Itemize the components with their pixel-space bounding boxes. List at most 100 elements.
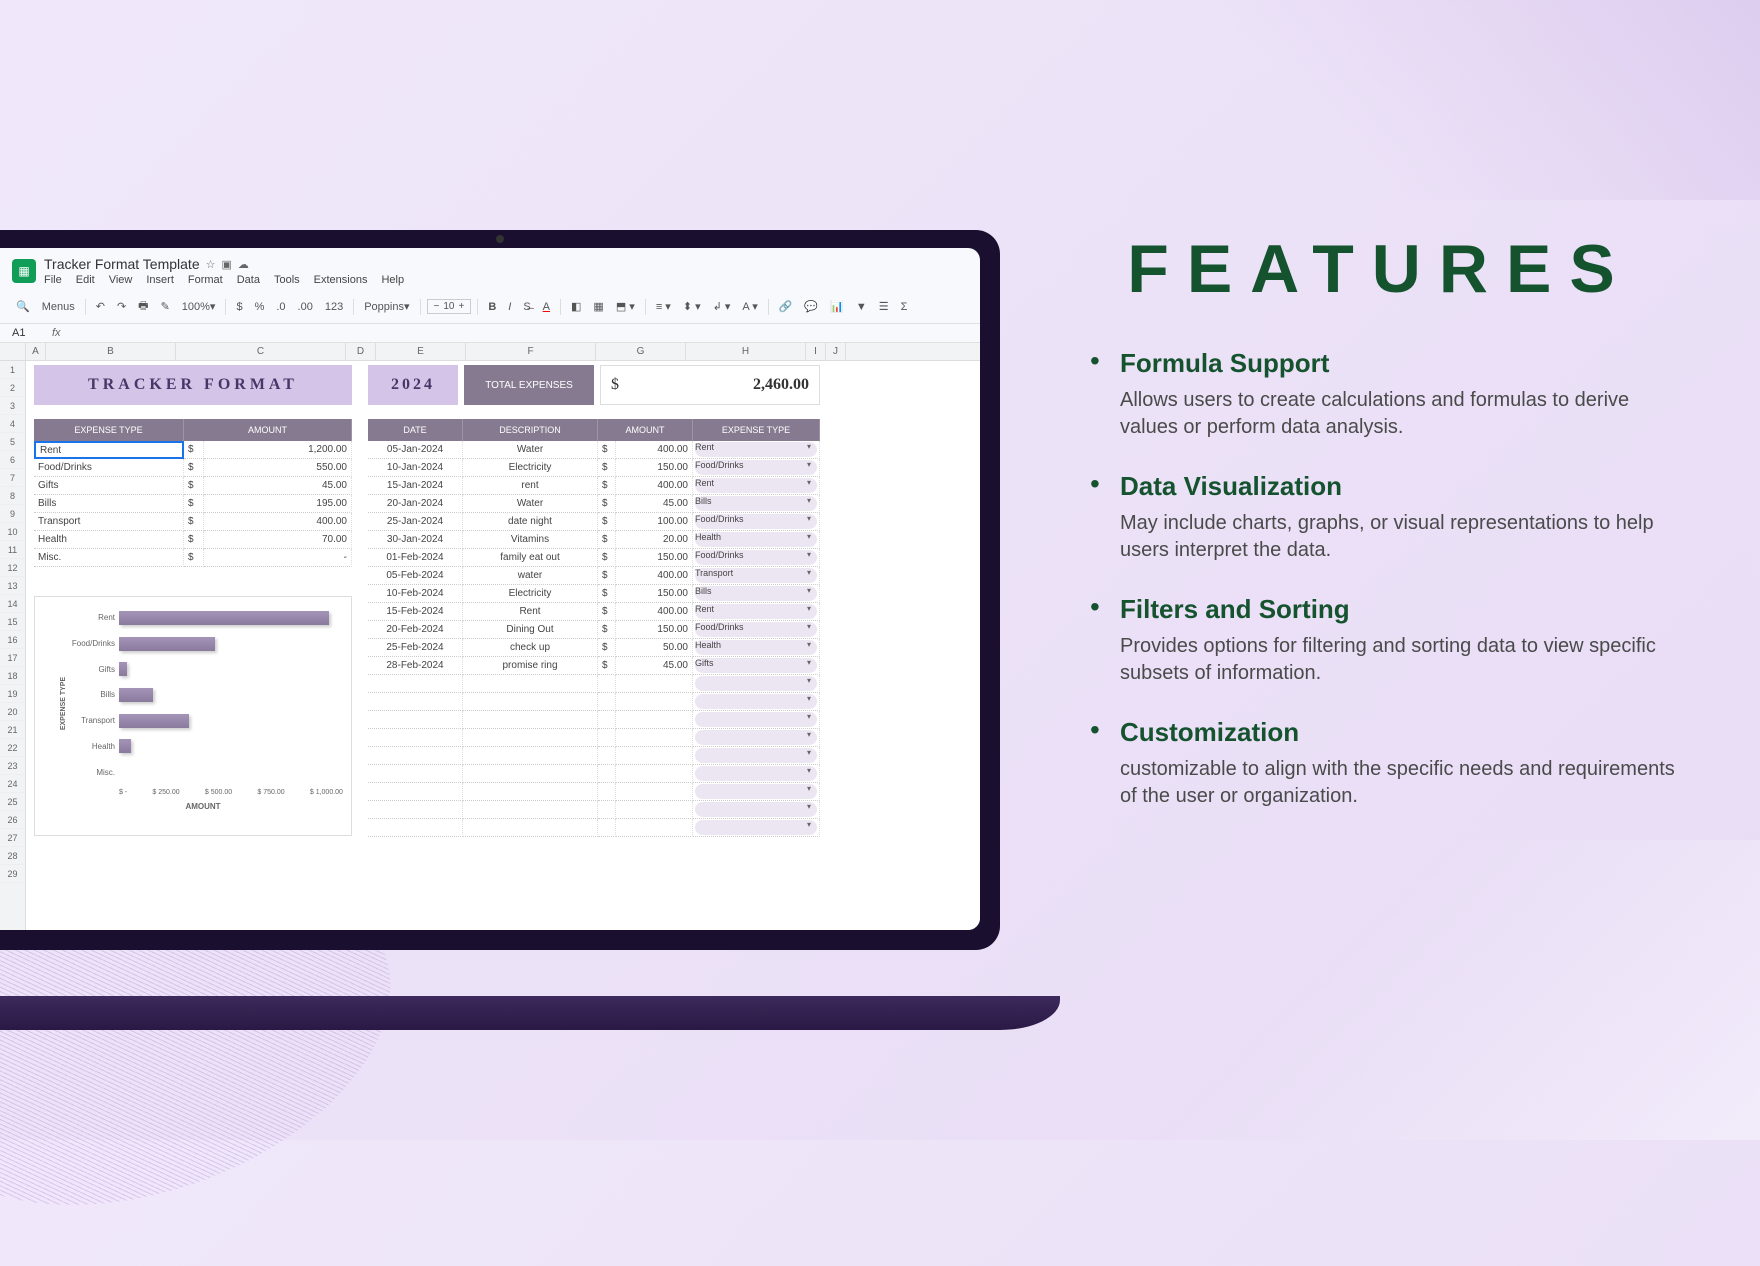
table-row[interactable]: Rent$1,200.00: [34, 441, 352, 459]
functions-icon[interactable]: Σ: [897, 298, 912, 316]
zoom-select[interactable]: 100% ▾: [178, 297, 220, 316]
cell-dropdown[interactable]: Health: [693, 531, 820, 549]
cloud-icon[interactable]: ☁: [238, 258, 249, 271]
cell-amount[interactable]: 150.00: [616, 549, 693, 567]
cell-dropdown[interactable]: [693, 747, 820, 765]
table-row[interactable]: Gifts$45.00: [34, 477, 352, 495]
cell-type[interactable]: Rent: [34, 441, 184, 459]
row-number[interactable]: 13: [0, 577, 25, 595]
cell-type[interactable]: Food/Drinks: [34, 459, 184, 477]
table-row[interactable]: [368, 819, 820, 837]
cell-currency[interactable]: $: [598, 531, 616, 549]
cell-currency[interactable]: $: [184, 495, 204, 513]
table-row[interactable]: [368, 801, 820, 819]
row-number[interactable]: 4: [0, 415, 25, 433]
cell-date[interactable]: 20-Feb-2024: [368, 621, 463, 639]
table-row[interactable]: Misc.$-: [34, 549, 352, 567]
row-number[interactable]: 10: [0, 523, 25, 541]
cell-currency[interactable]: $: [598, 459, 616, 477]
table-row[interactable]: 10-Jan-2024Electricity$150.00Food/Drinks: [368, 459, 820, 477]
row-number[interactable]: 21: [0, 721, 25, 739]
table-row[interactable]: Health$70.00: [34, 531, 352, 549]
row-number[interactable]: 24: [0, 775, 25, 793]
col-header[interactable]: F: [466, 343, 596, 360]
search-icon[interactable]: 🔍: [12, 297, 34, 316]
menu-tools[interactable]: Tools: [274, 274, 300, 286]
cell-currency[interactable]: $: [184, 477, 204, 495]
cell-date[interactable]: 30-Jan-2024: [368, 531, 463, 549]
row-number[interactable]: 27: [0, 829, 25, 847]
cell-date[interactable]: 15-Feb-2024: [368, 603, 463, 621]
row-number[interactable]: 11: [0, 541, 25, 559]
menu-help[interactable]: Help: [381, 274, 404, 286]
percent-button[interactable]: %: [251, 298, 269, 316]
row-number[interactable]: 18: [0, 667, 25, 685]
table-row[interactable]: 25-Feb-2024check up$50.00Health: [368, 639, 820, 657]
cell-dropdown[interactable]: [693, 693, 820, 711]
col-header[interactable]: G: [596, 343, 686, 360]
cell-desc[interactable]: Electricity: [463, 585, 598, 603]
row-number[interactable]: 16: [0, 631, 25, 649]
expense-chart[interactable]: EXPENSE TYPE RentFood/DrinksGiftsBillsTr…: [34, 596, 352, 836]
cell-desc[interactable]: Rent: [463, 603, 598, 621]
cell-date[interactable]: 25-Feb-2024: [368, 639, 463, 657]
menu-file[interactable]: File: [44, 274, 62, 286]
table-row[interactable]: 15-Feb-2024Rent$400.00Rent: [368, 603, 820, 621]
row-number[interactable]: 22: [0, 739, 25, 757]
doc-title[interactable]: Tracker Format Template: [44, 256, 200, 272]
col-header[interactable]: [0, 343, 26, 360]
col-header[interactable]: D: [346, 343, 376, 360]
spreadsheet-grid[interactable]: ABCDEFGHIJ 12345678910111213141516171819…: [0, 343, 980, 930]
merge-icon[interactable]: ⬒ ▾: [612, 297, 639, 316]
cell-type[interactable]: Gifts: [34, 477, 184, 495]
valign-icon[interactable]: ⬍ ▾: [679, 297, 705, 316]
dec-increase[interactable]: .00: [294, 298, 317, 316]
cell-desc[interactable]: date night: [463, 513, 598, 531]
cell-desc[interactable]: promise ring: [463, 657, 598, 675]
cell-currency[interactable]: $: [598, 639, 616, 657]
cell-currency[interactable]: $: [598, 585, 616, 603]
cell-desc[interactable]: Water: [463, 495, 598, 513]
menu-edit[interactable]: Edit: [76, 274, 95, 286]
cell-amount[interactable]: 195.00: [204, 495, 352, 513]
cell-dropdown[interactable]: Rent: [693, 441, 820, 459]
cell-currency[interactable]: $: [598, 441, 616, 459]
cell-dropdown[interactable]: Health: [693, 639, 820, 657]
row-number[interactable]: 17: [0, 649, 25, 667]
menu-view[interactable]: View: [109, 274, 133, 286]
comment-icon[interactable]: 💬: [800, 297, 822, 316]
row-number[interactable]: 7: [0, 469, 25, 487]
cell-reference[interactable]: A1: [12, 327, 40, 339]
row-number[interactable]: 12: [0, 559, 25, 577]
table-row[interactable]: 10-Feb-2024Electricity$150.00Bills: [368, 585, 820, 603]
cell-currency[interactable]: $: [598, 513, 616, 531]
cell-amount[interactable]: 100.00: [616, 513, 693, 531]
col-header[interactable]: B: [46, 343, 176, 360]
cell-dropdown[interactable]: [693, 729, 820, 747]
row-number[interactable]: 26: [0, 811, 25, 829]
fill-icon[interactable]: ◧: [567, 297, 585, 316]
menu-extensions[interactable]: Extensions: [314, 274, 368, 286]
table-row[interactable]: Food/Drinks$550.00: [34, 459, 352, 477]
cell-amount[interactable]: 400.00: [616, 441, 693, 459]
textcolor-button[interactable]: A: [539, 298, 554, 316]
table-row[interactable]: 01-Feb-2024family eat out$150.00Food/Dri…: [368, 549, 820, 567]
currency-button[interactable]: $: [232, 298, 246, 316]
rotate-icon[interactable]: A ▾: [738, 297, 761, 316]
table-row[interactable]: Transport$400.00: [34, 513, 352, 531]
cell-date[interactable]: 25-Jan-2024: [368, 513, 463, 531]
row-number[interactable]: 14: [0, 595, 25, 613]
star-icon[interactable]: ☆: [206, 258, 216, 271]
cell-dropdown[interactable]: [693, 819, 820, 837]
cell-amount[interactable]: 70.00: [204, 531, 352, 549]
cell-amount[interactable]: 45.00: [616, 657, 693, 675]
table-row[interactable]: 20-Feb-2024Dining Out$150.00Food/Drinks: [368, 621, 820, 639]
chart-icon[interactable]: 📊: [826, 297, 848, 316]
cell-dropdown[interactable]: [693, 675, 820, 693]
menus-button[interactable]: Menus: [38, 298, 79, 316]
cell-amount[interactable]: 400.00: [616, 477, 693, 495]
cell-amount[interactable]: 50.00: [616, 639, 693, 657]
cell-dropdown[interactable]: Food/Drinks: [693, 459, 820, 477]
paint-icon[interactable]: ✎: [157, 297, 174, 316]
numfmt-button[interactable]: 123: [321, 298, 347, 316]
